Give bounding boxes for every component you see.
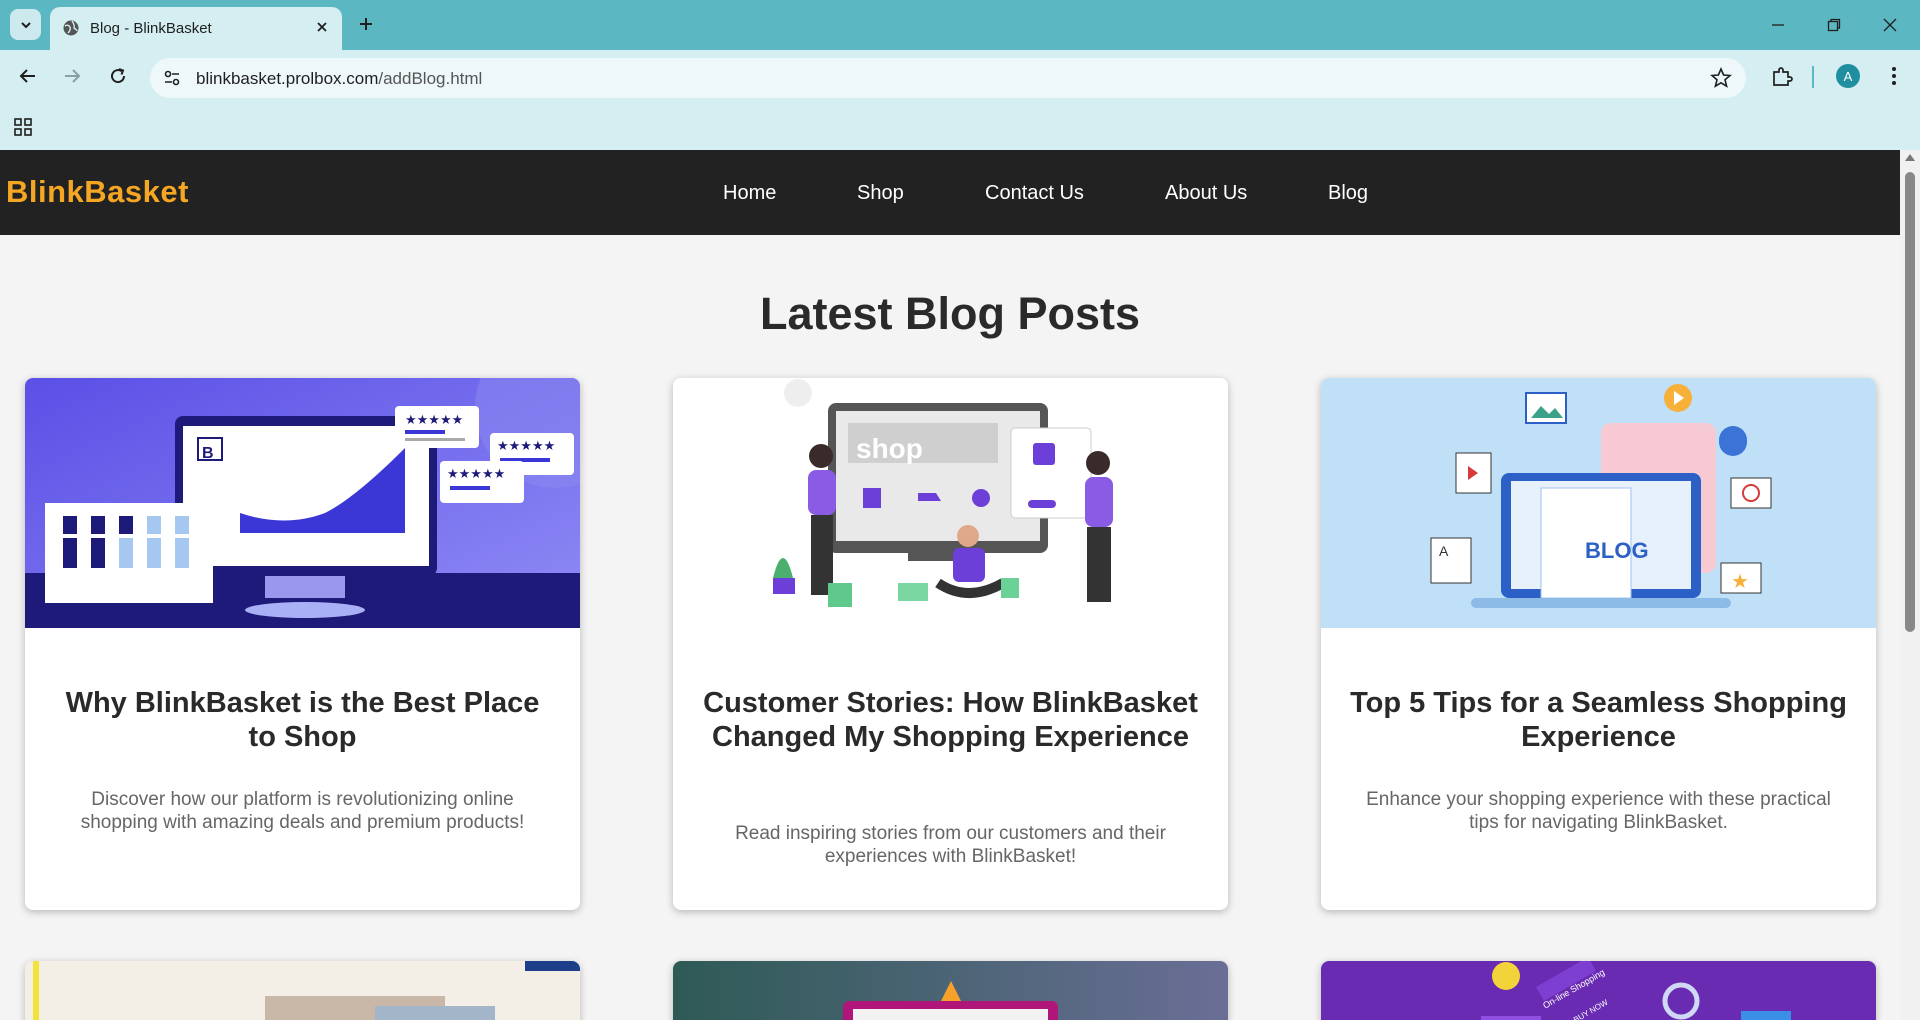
blog-card-image: On-line Shopping BUY NOW bbox=[1321, 961, 1876, 1020]
avatar-initial: A bbox=[1843, 68, 1853, 84]
avatar: A bbox=[1836, 64, 1860, 88]
blog-card-image bbox=[25, 961, 580, 1020]
blog-card-excerpt: Discover how our platform is revolutioni… bbox=[80, 789, 525, 833]
blog-card-excerpt: Enhance your shopping experience with th… bbox=[1366, 789, 1831, 833]
plus-icon bbox=[360, 18, 372, 30]
tab-search-button[interactable] bbox=[10, 9, 41, 40]
blog-card-title[interactable]: Why BlinkBasket is the Best Place to Sho… bbox=[50, 686, 555, 754]
minimize-icon bbox=[1772, 24, 1784, 26]
more-vertical-icon bbox=[1892, 67, 1896, 85]
url-host: blinkbasket.prolbox.com bbox=[196, 69, 379, 88]
nav-blog[interactable]: Blog bbox=[1328, 182, 1368, 205]
bookmarks-bar bbox=[0, 102, 1920, 150]
bookmark-star-icon[interactable] bbox=[1710, 67, 1732, 89]
svg-text:B: B bbox=[202, 445, 214, 462]
site-settings-icon[interactable] bbox=[162, 68, 182, 88]
arrow-right-icon bbox=[65, 69, 81, 83]
profile-button[interactable]: A bbox=[1834, 62, 1862, 90]
browser-menu-button[interactable] bbox=[1880, 62, 1908, 90]
blog-card-image: B ★★★★★ ★★★★★ ★★★★★ bbox=[25, 378, 580, 628]
arrow-left-icon bbox=[19, 69, 35, 83]
svg-text:★: ★ bbox=[1731, 569, 1749, 593]
globe-icon bbox=[63, 20, 79, 36]
browser-tab-strip: Blog - BlinkBasket bbox=[0, 0, 1920, 50]
blog-card[interactable]: B ★★★★★ ★★★★★ ★★★★★ Why BlinkBasket is t… bbox=[25, 378, 580, 910]
brand-logo[interactable]: BlinkBasket bbox=[6, 174, 189, 210]
browser-toolbar: blinkbasket.prolbox.com/addBlog.html A bbox=[0, 50, 1920, 102]
blog-card-image bbox=[673, 961, 1228, 1020]
blog-card[interactable]: BLOG A ★ Top 5 Tips for a Seamless Shopp… bbox=[1321, 378, 1876, 910]
restore-icon bbox=[1827, 18, 1841, 32]
page-scrollbar[interactable] bbox=[1900, 150, 1920, 1020]
close-icon bbox=[317, 22, 327, 32]
new-tab-button[interactable] bbox=[355, 13, 377, 35]
address-bar[interactable]: blinkbasket.prolbox.com/addBlog.html bbox=[150, 58, 1746, 98]
svg-text:A: A bbox=[1439, 543, 1449, 559]
blog-screen-text: BLOG bbox=[1585, 538, 1649, 563]
tab-close-button[interactable] bbox=[312, 17, 332, 37]
blog-card-partial[interactable]: On-line Shopping BUY NOW bbox=[1321, 961, 1876, 1020]
blog-laptop-illustration: BLOG A ★ bbox=[1321, 378, 1876, 628]
active-tab[interactable]: Blog - BlinkBasket bbox=[50, 7, 342, 50]
blog-card-partial[interactable] bbox=[25, 961, 580, 1020]
svg-text:★★★★★: ★★★★★ bbox=[447, 467, 505, 482]
blog-card-partial[interactable] bbox=[673, 961, 1228, 1020]
puzzle-icon bbox=[1773, 67, 1793, 86]
reload-icon bbox=[111, 68, 126, 84]
nav-contact-us[interactable]: Contact Us bbox=[985, 182, 1084, 205]
restore-button[interactable] bbox=[1806, 0, 1862, 50]
site-header: BlinkBasket Home Shop Contact Us About U… bbox=[0, 150, 1900, 235]
blog-card[interactable]: shop Customer Stories: How BlinkBasket C… bbox=[673, 378, 1228, 910]
page-title: Latest Blog Posts bbox=[759, 288, 1141, 339]
url-text: blinkbasket.prolbox.com/addBlog.html bbox=[196, 69, 482, 89]
toolbar-divider bbox=[1812, 66, 1814, 88]
chevron-down-icon bbox=[20, 21, 31, 28]
url-path: /addBlog.html bbox=[378, 69, 483, 88]
back-button[interactable] bbox=[14, 62, 42, 90]
nav-about-us[interactable]: About Us bbox=[1165, 182, 1247, 205]
close-icon bbox=[1883, 18, 1897, 32]
forward-button[interactable] bbox=[58, 62, 86, 90]
scrollbar-thumb[interactable] bbox=[1905, 172, 1915, 632]
blog-card-title[interactable]: Customer Stories: How BlinkBasket Change… bbox=[698, 686, 1203, 754]
online-shop-illustration: shop bbox=[673, 378, 1228, 628]
apps-grid-icon[interactable] bbox=[14, 118, 32, 136]
reload-button[interactable] bbox=[104, 62, 132, 90]
blog-card-title[interactable]: Top 5 Tips for a Seamless Shopping Exper… bbox=[1346, 686, 1851, 754]
extensions-button[interactable] bbox=[1768, 62, 1796, 90]
computer-analytics-illustration: B ★★★★★ ★★★★★ ★★★★★ bbox=[25, 378, 580, 628]
nav-home[interactable]: Home bbox=[723, 182, 776, 205]
blog-card-excerpt: Read inspiring stories from our customer… bbox=[735, 823, 1166, 867]
tab-title: Blog - BlinkBasket bbox=[90, 20, 212, 37]
blog-card-image: BLOG A ★ bbox=[1321, 378, 1876, 628]
scroll-up-icon[interactable] bbox=[1905, 154, 1915, 161]
close-window-button[interactable] bbox=[1862, 0, 1918, 50]
svg-text:★★★★★: ★★★★★ bbox=[497, 439, 555, 454]
shop-screen-text: shop bbox=[856, 433, 923, 464]
blog-card-image: shop bbox=[673, 378, 1228, 628]
page-viewport: BlinkBasket Home Shop Contact Us About U… bbox=[0, 150, 1900, 1020]
svg-text:★★★★★: ★★★★★ bbox=[405, 413, 463, 428]
minimize-button[interactable] bbox=[1750, 0, 1806, 50]
nav-shop[interactable]: Shop bbox=[857, 182, 904, 205]
